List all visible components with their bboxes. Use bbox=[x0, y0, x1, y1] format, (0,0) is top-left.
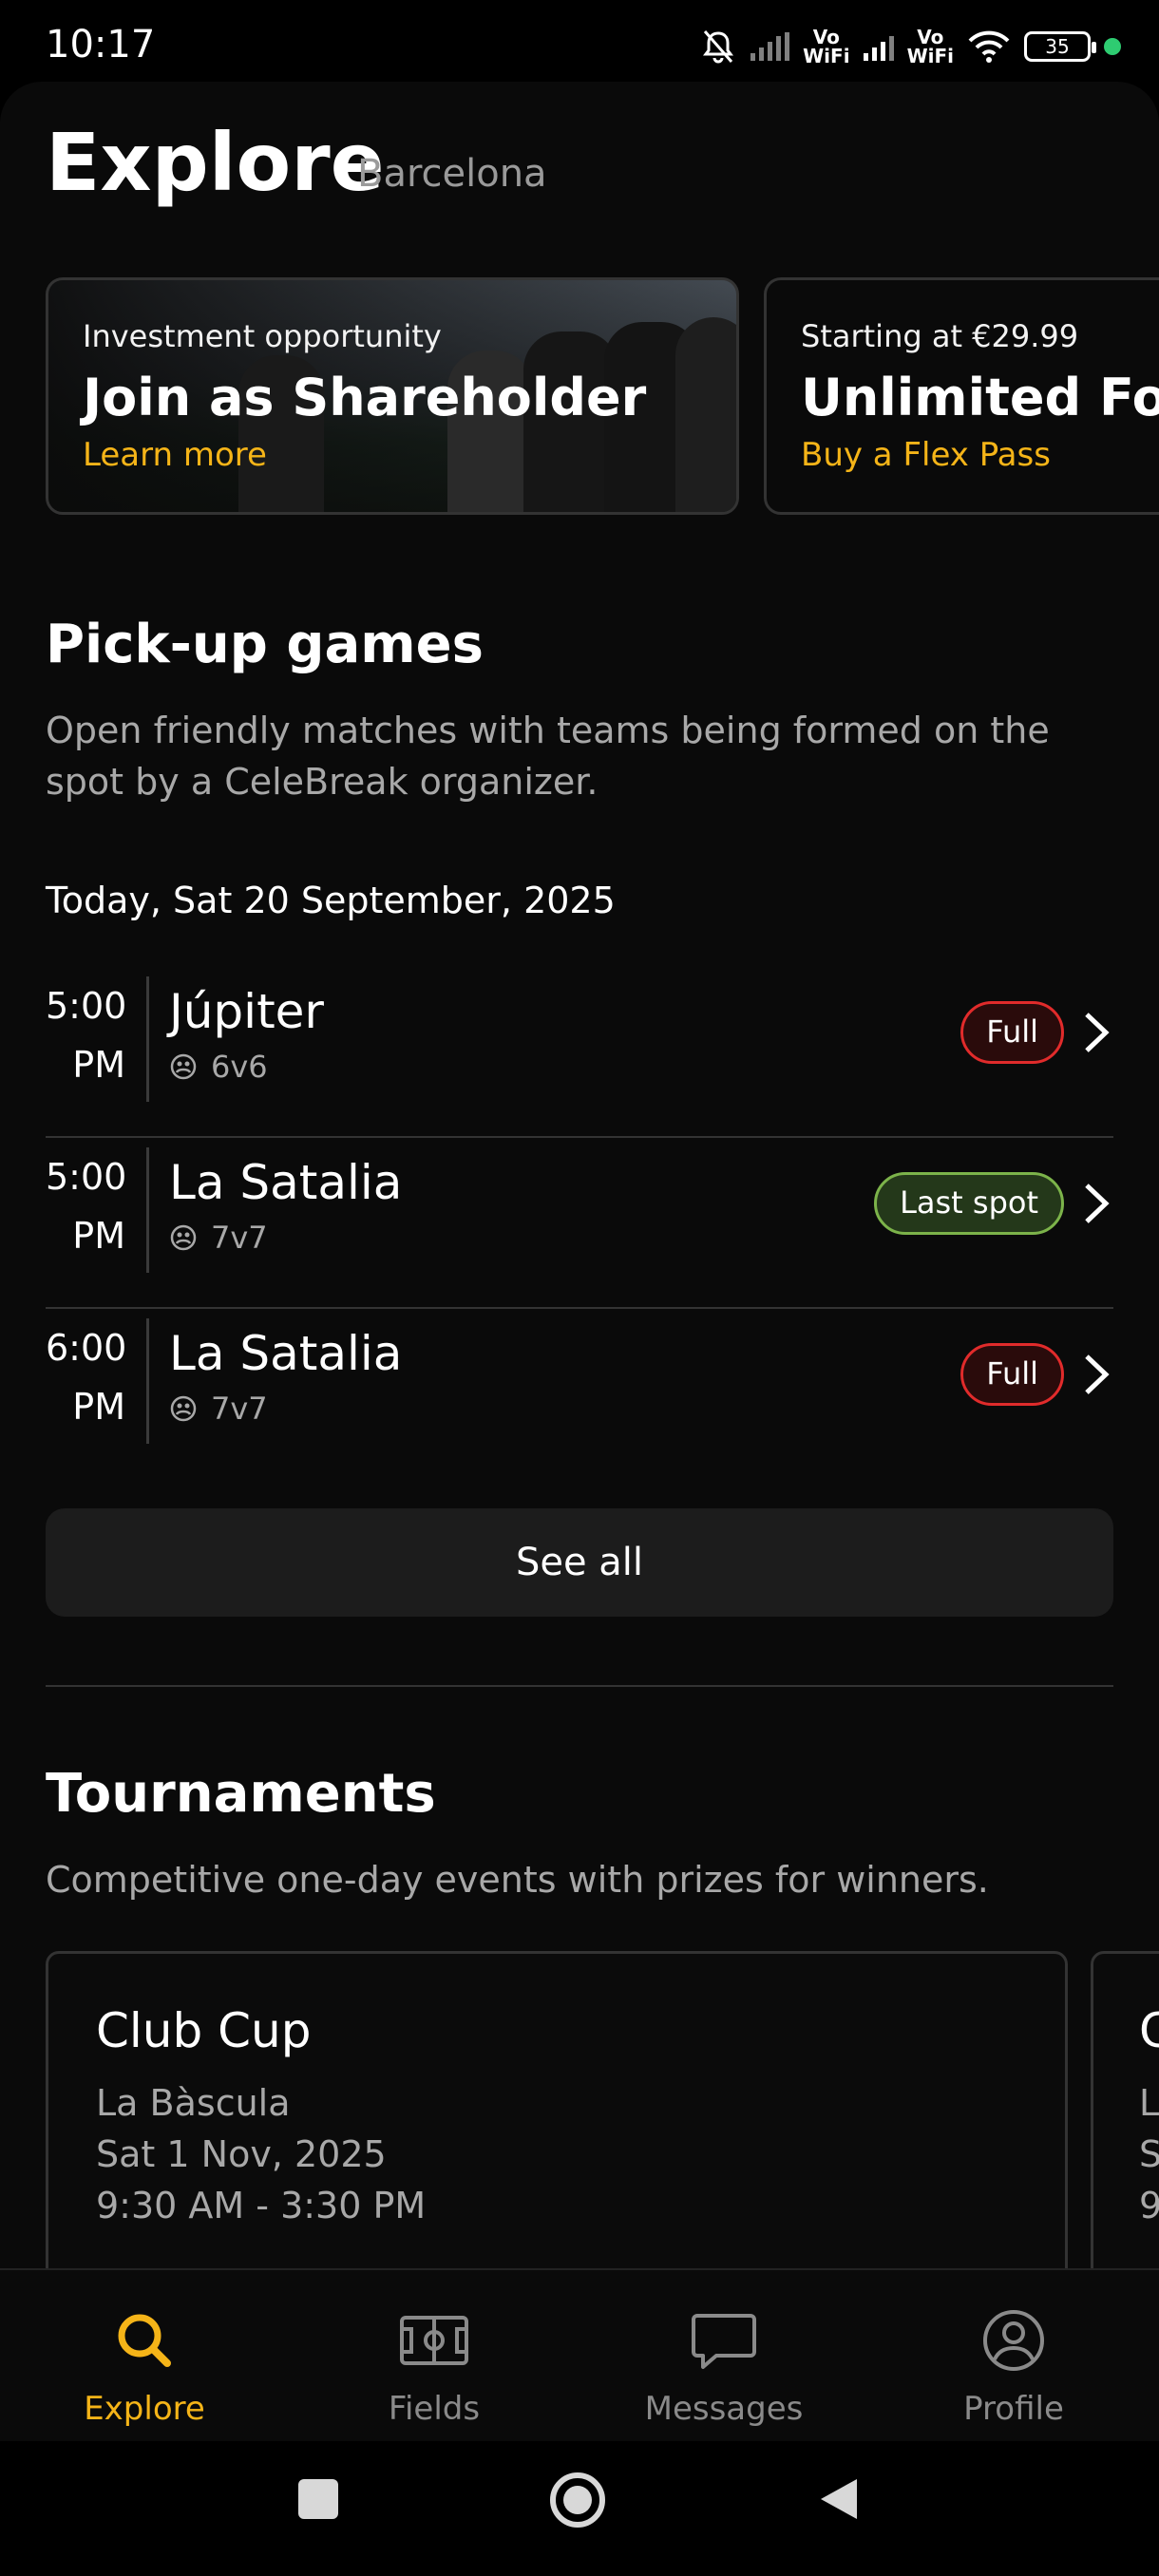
tournament-card[interactable]: Club Cup La Bàscula Sat 1 Nov, 2025 9:30… bbox=[46, 1951, 1068, 2268]
buy-flex-pass-link[interactable]: Buy a Flex Pass bbox=[801, 436, 1051, 474]
tournament-venue: La Bàscula bbox=[96, 2082, 291, 2124]
vowifi-label-2: Vo WiFi bbox=[906, 26, 954, 67]
game-time-period: PM bbox=[72, 1215, 125, 1257]
chevron-right-icon bbox=[1085, 1013, 1110, 1052]
game-time-value: 5:00 bbox=[46, 985, 127, 1027]
time-divider bbox=[146, 1318, 149, 1444]
person-icon bbox=[983, 2310, 1044, 2371]
promo-kicker: Investment opportunity bbox=[83, 318, 442, 354]
status-bar: 10:17 Vo WiFi Vo WiFi 35 bbox=[0, 0, 1159, 87]
date-label: Today, Sat 20 September, 2025 bbox=[46, 880, 616, 921]
nav-label: Messages bbox=[644, 2390, 804, 2428]
promo-kicker: Starting at €29.99 bbox=[801, 318, 1079, 354]
game-format: 6v6 bbox=[169, 1049, 268, 1085]
players-icon bbox=[170, 1395, 197, 1422]
players-icon bbox=[170, 1053, 197, 1080]
game-format-label: 7v7 bbox=[211, 1220, 268, 1256]
recents-button[interactable] bbox=[294, 2475, 342, 2523]
game-venue: Júpiter bbox=[169, 984, 324, 1039]
bottom-navigation: Explore Fields Messages Profile bbox=[0, 2268, 1159, 2441]
tournament-name: C bbox=[1139, 2003, 1159, 2058]
game-row[interactable]: 5:00 PM Júpiter 6v6 Full bbox=[46, 967, 1113, 1138]
game-format: 7v7 bbox=[169, 1391, 268, 1427]
nav-messages[interactable]: Messages bbox=[619, 2304, 828, 2428]
pickup-section-description: Open friendly matches with teams being f… bbox=[46, 710, 1050, 803]
promo-title: Join as Shareholder bbox=[83, 368, 647, 427]
nav-label: Explore bbox=[84, 2390, 205, 2428]
see-all-button[interactable]: See all bbox=[46, 1508, 1113, 1617]
promo-card-flex-pass[interactable]: Starting at €29.99 Unlimited Foot Buy a … bbox=[764, 277, 1159, 515]
tournament-name: Club Cup bbox=[96, 2003, 312, 2058]
bell-muted-icon bbox=[703, 30, 734, 64]
nav-profile[interactable]: Profile bbox=[909, 2304, 1118, 2428]
chat-bubble-icon bbox=[692, 2314, 756, 2369]
tournament-details: L S 9 bbox=[1139, 2077, 1159, 2231]
game-row[interactable]: 6:00 PM La Satalia 7v7 Full bbox=[46, 1309, 1113, 1480]
nav-label: Fields bbox=[388, 2390, 481, 2428]
game-format-label: 6v6 bbox=[211, 1049, 268, 1085]
tournament-hours: 9:30 AM - 3:30 PM bbox=[96, 2185, 427, 2226]
game-venue: La Satalia bbox=[169, 1155, 403, 1210]
status-badge-full: Full bbox=[960, 1001, 1064, 1064]
game-time: 6:00 PM bbox=[46, 1318, 127, 1436]
city-selector[interactable]: Barcelona bbox=[357, 152, 547, 196]
section-divider bbox=[46, 1685, 1113, 1687]
tournament-venue: L bbox=[1139, 2082, 1159, 2124]
game-time-period: PM bbox=[72, 1044, 125, 1086]
promo-card-shareholder[interactable]: Investment opportunity Join as Sharehold… bbox=[46, 277, 739, 515]
wifi-icon bbox=[968, 30, 1010, 63]
game-format: 7v7 bbox=[169, 1220, 268, 1256]
time-divider bbox=[146, 976, 149, 1102]
system-navigation-bar bbox=[0, 2441, 1159, 2576]
game-row[interactable]: 5:00 PM La Satalia 7v7 Last spot bbox=[46, 1138, 1113, 1309]
back-button[interactable] bbox=[815, 2475, 863, 2523]
signal-icon-2 bbox=[863, 32, 894, 61]
privacy-indicator-dot bbox=[1104, 38, 1121, 55]
vowifi-label: Vo WiFi bbox=[803, 26, 850, 67]
status-time: 10:17 bbox=[46, 23, 156, 66]
chevron-right-icon bbox=[1085, 1354, 1110, 1394]
game-time-value: 6:00 bbox=[46, 1327, 127, 1369]
learn-more-link[interactable]: Learn more bbox=[83, 436, 267, 474]
game-time: 5:00 PM bbox=[46, 1147, 127, 1265]
game-venue: La Satalia bbox=[169, 1326, 403, 1381]
nav-fields[interactable]: Fields bbox=[330, 2304, 539, 2428]
home-button[interactable] bbox=[547, 2470, 608, 2530]
search-icon bbox=[118, 2314, 171, 2367]
tournament-hours: 9 bbox=[1139, 2185, 1159, 2226]
game-time-period: PM bbox=[72, 1386, 125, 1428]
tournaments-section-description: Competitive one-day events with prizes f… bbox=[46, 1859, 989, 1901]
tournament-date: Sat 1 Nov, 2025 bbox=[96, 2133, 387, 2175]
game-format-label: 7v7 bbox=[211, 1391, 268, 1427]
field-icon bbox=[400, 2316, 468, 2365]
tournament-date: S bbox=[1139, 2133, 1159, 2175]
status-icons: Vo WiFi Vo WiFi 35 bbox=[699, 23, 1121, 70]
explore-screen: Explore Barcelona Investment opportunity… bbox=[0, 82, 1159, 2268]
game-time-value: 5:00 bbox=[46, 1156, 127, 1198]
battery-icon: 35 bbox=[1024, 31, 1096, 62]
pickup-section-title: Pick-up games bbox=[46, 614, 484, 675]
page-title: Explore bbox=[46, 116, 385, 209]
players-icon bbox=[170, 1224, 197, 1251]
signal-icon bbox=[750, 32, 790, 61]
team-photo-figure bbox=[675, 317, 736, 512]
tournament-card-peek[interactable]: C L S 9 bbox=[1091, 1951, 1159, 2268]
nav-label: Profile bbox=[963, 2390, 1064, 2428]
nav-explore[interactable]: Explore bbox=[40, 2304, 249, 2428]
promo-title: Unlimited Foot bbox=[801, 368, 1159, 427]
status-badge-last-spot: Last spot bbox=[874, 1172, 1064, 1235]
time-divider bbox=[146, 1147, 149, 1273]
game-time: 5:00 PM bbox=[46, 976, 127, 1094]
status-badge-full: Full bbox=[960, 1343, 1064, 1406]
chevron-right-icon bbox=[1085, 1184, 1110, 1223]
tournaments-section-title: Tournaments bbox=[46, 1763, 436, 1825]
tournament-details: La Bàscula Sat 1 Nov, 2025 9:30 AM - 3:3… bbox=[96, 2077, 426, 2231]
